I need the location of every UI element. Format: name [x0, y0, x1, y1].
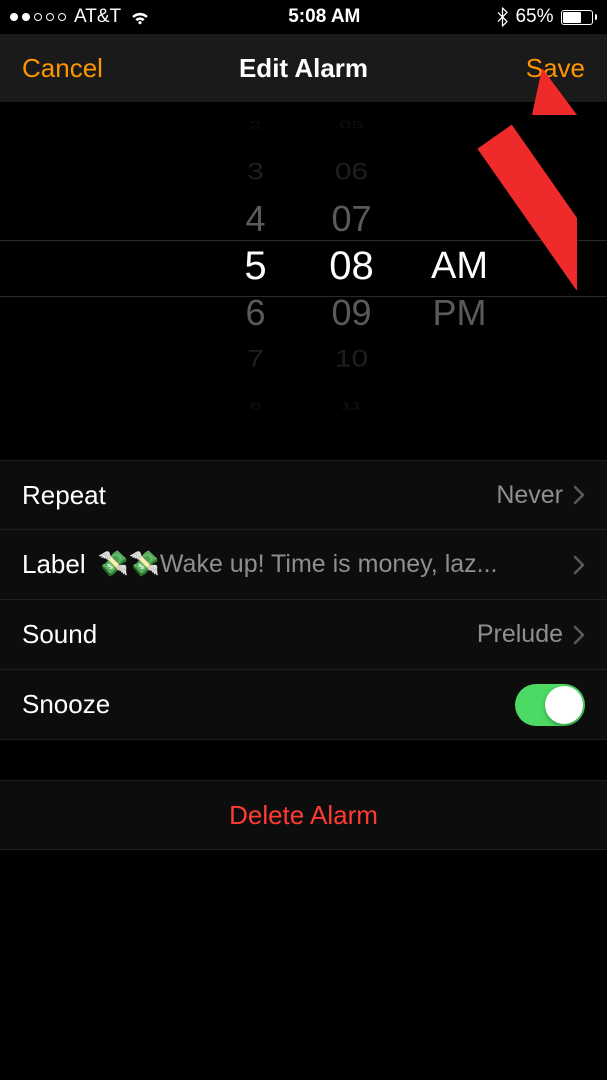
- minute-wheel[interactable]: 05 06 07 08 09 10 11: [329, 102, 375, 430]
- picker-item-selected: 5: [233, 243, 279, 290]
- picker-item: 4: [233, 196, 279, 243]
- picker-item-selected: 08: [329, 243, 375, 290]
- row-value: 💸💸Wake up! Time is money, laz...: [98, 550, 563, 579]
- status-time: 5:08 AM: [288, 6, 360, 28]
- bluetooth-icon: [497, 7, 508, 27]
- picker-item: 2: [233, 114, 279, 137]
- snooze-switch[interactable]: [515, 684, 585, 726]
- row-value: Prelude: [109, 620, 563, 649]
- chevron-right-icon: [573, 485, 585, 505]
- row-label: Sound: [22, 619, 97, 650]
- alarm-settings-list: Repeat Never Label 💸💸Wake up! Time is mo…: [0, 460, 607, 740]
- row-value: Never: [118, 481, 563, 510]
- page-title: Edit Alarm: [239, 53, 368, 84]
- picker-item: 11: [329, 395, 375, 418]
- row-label: Repeat: [22, 480, 106, 511]
- chevron-right-icon: [573, 555, 585, 575]
- cancel-button[interactable]: Cancel: [22, 53, 103, 84]
- ampm-wheel[interactable]: . . . AM PM . .: [425, 102, 495, 430]
- battery-icon: [561, 10, 598, 25]
- picker-item: PM: [425, 289, 495, 336]
- picker-item: 07: [329, 196, 375, 243]
- sound-row[interactable]: Sound Prelude: [0, 600, 607, 670]
- repeat-row[interactable]: Repeat Never: [0, 460, 607, 530]
- snooze-row: Snooze: [0, 670, 607, 740]
- row-label: Label: [22, 549, 86, 580]
- time-picker[interactable]: 2 3 4 5 6 7 8 05 06 07 08 09 10 11 . . .…: [0, 102, 607, 430]
- nav-bar: Cancel Edit Alarm Save: [0, 34, 607, 102]
- battery-fill: [563, 12, 582, 23]
- delete-alarm-button[interactable]: Delete Alarm: [0, 780, 607, 850]
- save-button[interactable]: Save: [526, 53, 585, 84]
- picker-item: 3: [233, 154, 279, 191]
- status-right: 65%: [497, 6, 597, 28]
- battery-percent: 65%: [515, 6, 553, 28]
- picker-item: 06: [329, 154, 375, 191]
- signal-strength-icon: [10, 13, 66, 21]
- picker-item: 10: [329, 341, 375, 378]
- chevron-right-icon: [573, 625, 585, 645]
- picker-item-selected: AM: [425, 243, 495, 290]
- status-left: AT&T: [10, 6, 151, 28]
- picker-item: 09: [329, 289, 375, 336]
- picker-item: 8: [233, 395, 279, 418]
- row-label: Snooze: [22, 689, 110, 720]
- carrier-label: AT&T: [74, 6, 121, 28]
- picker-item: 6: [233, 289, 279, 336]
- picker-item: 7: [233, 341, 279, 378]
- wifi-icon: [129, 6, 151, 28]
- picker-item: 05: [329, 114, 375, 137]
- hour-wheel[interactable]: 2 3 4 5 6 7 8: [233, 102, 279, 430]
- label-row[interactable]: Label 💸💸Wake up! Time is money, laz...: [0, 530, 607, 600]
- status-bar: AT&T 5:08 AM 65%: [0, 0, 607, 34]
